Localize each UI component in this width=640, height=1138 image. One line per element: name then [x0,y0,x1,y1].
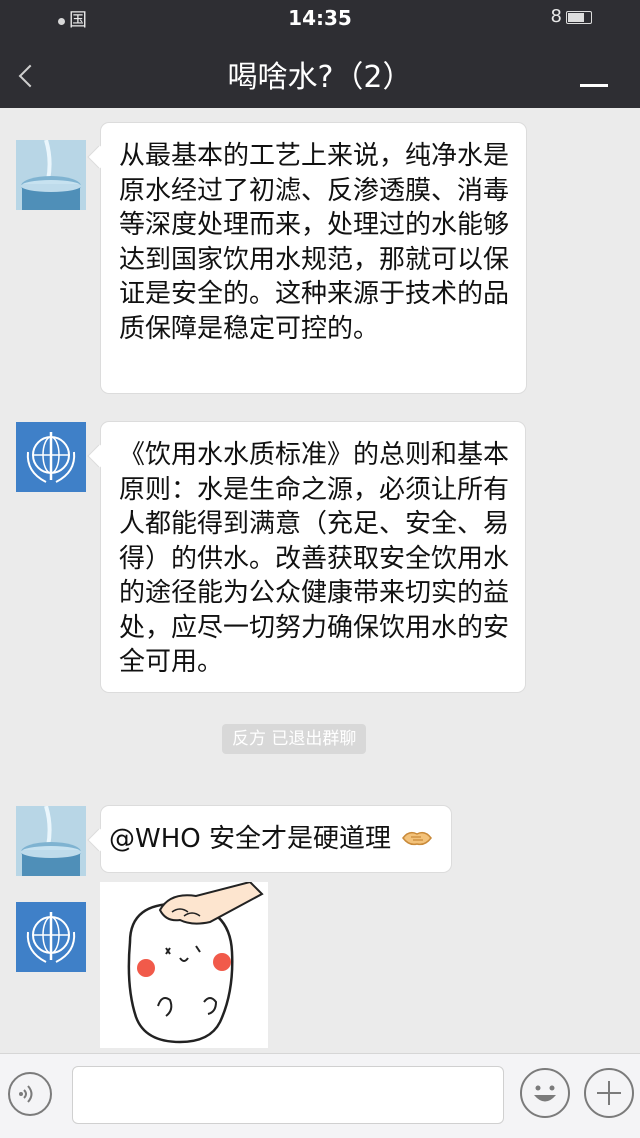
status-time: 14:35 [288,6,352,30]
voice-icon[interactable] [8,1072,52,1116]
plus-icon[interactable] [584,1068,634,1118]
sticker-message[interactable] [100,880,268,1048]
water-glass-icon [16,140,86,210]
avatar-water[interactable] [16,140,86,210]
who-logo-icon [16,902,86,972]
chat-title: 喝啥水?（2） [227,60,413,95]
handshake-emoji-icon [401,824,433,852]
who-logo-icon [16,422,86,492]
message-bubble[interactable]: 《饮用水水质标准》的总则和基本原则：水是生命之源，必须让所有人都能得到满意（充足… [101,422,525,692]
battery-label: 8 [550,6,562,27]
emoji-icon[interactable] [520,1068,570,1118]
battery-info: 8 [551,6,592,27]
avatar-water[interactable] [16,806,86,876]
status-bar: 国 14:35 8 [0,0,640,36]
head-pat-sticker-icon [100,880,268,1048]
message-bubble[interactable]: @WHO 安全才是硬道理 [101,806,451,872]
message-text: 《饮用水水质标准》的总则和基本原则：水是生命之源，必须让所有人都能得到满意（充足… [119,440,510,677]
top-navigation-bar: 国 14:35 8 喝啥水?（2） [0,0,640,108]
water-glass-icon [16,806,86,876]
chat-input-bar [0,1053,640,1138]
message-text: @WHO 安全才是硬道理 [109,824,391,854]
avatar-who[interactable] [16,422,86,492]
message-text: 从最基本的工艺上来说，纯净水是原水经过了初滤、反渗透膜、消毒等深度处理而来，处理… [119,141,510,344]
message-input[interactable] [72,1066,504,1124]
avatar-who[interactable] [16,902,86,972]
battery-icon [566,10,592,24]
system-notice: 反方 已退出群聊 [222,724,367,754]
message-bubble[interactable]: 从最基本的工艺上来说，纯净水是原水经过了初滤、反渗透膜、消毒等深度处理而来，处理… [101,123,526,393]
menu-icon[interactable] [580,84,608,87]
